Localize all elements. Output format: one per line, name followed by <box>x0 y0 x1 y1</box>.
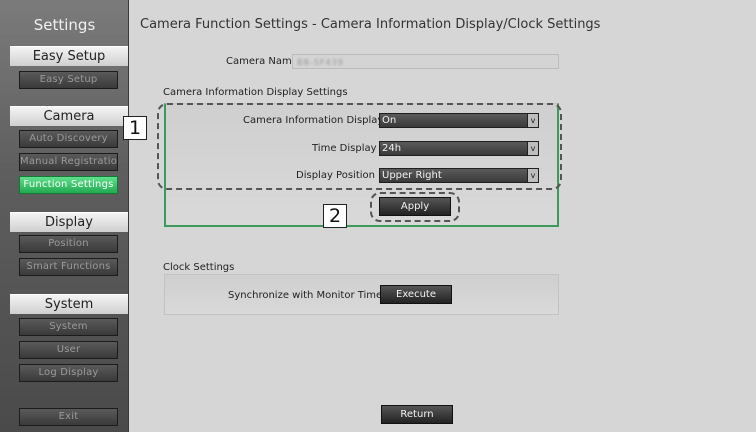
clock-section-heading: Clock Settings <box>163 262 235 273</box>
callout-frame-2 <box>370 192 460 222</box>
sidebar-title: Settings <box>33 16 96 34</box>
sync-monitor-time-label: Synchronize with Monitor Time <box>228 290 383 301</box>
sidebar-item-user[interactable]: User <box>19 341 118 359</box>
info-section-heading: Camera Information Display Settings <box>163 87 348 98</box>
sidebar-item-function-settings[interactable]: Function Settings <box>19 176 118 194</box>
exit-button[interactable]: Exit <box>19 408 118 426</box>
sidebar-section-camera: Camera <box>10 106 128 126</box>
camera-name-value: BB-SF439 <box>297 58 344 67</box>
callout-number-1: 1 <box>123 116 147 140</box>
sidebar-section-display: Display <box>10 212 128 232</box>
sidebar-item-position[interactable]: Position <box>19 235 118 253</box>
sidebar-item-easy-setup[interactable]: Easy Setup <box>19 71 118 89</box>
camera-name-field: BB-SF439 <box>292 54 559 69</box>
page-title: Camera Function Settings - Camera Inform… <box>140 17 601 32</box>
callout-number-2: 2 <box>323 204 347 228</box>
sidebar-item-system[interactable]: System <box>19 318 118 336</box>
sidebar-section-system: System <box>10 294 128 314</box>
sidebar-item-log-display[interactable]: Log Display <box>19 364 118 382</box>
sidebar-item-auto-discovery[interactable]: Auto Discovery <box>19 130 118 148</box>
sidebar: Settings Easy Setup Easy Setup Camera Au… <box>0 0 129 432</box>
execute-button[interactable]: Execute <box>380 285 452 304</box>
callout-frame-1 <box>157 103 562 190</box>
sidebar-section-easy-setup: Easy Setup <box>10 46 128 66</box>
camera-name-label: Camera Name <box>226 56 298 67</box>
sidebar-item-smart-functions[interactable]: Smart Functions <box>19 258 118 276</box>
sidebar-item-manual-registration[interactable]: Manual Registration <box>19 153 118 171</box>
return-button[interactable]: Return <box>381 405 453 424</box>
